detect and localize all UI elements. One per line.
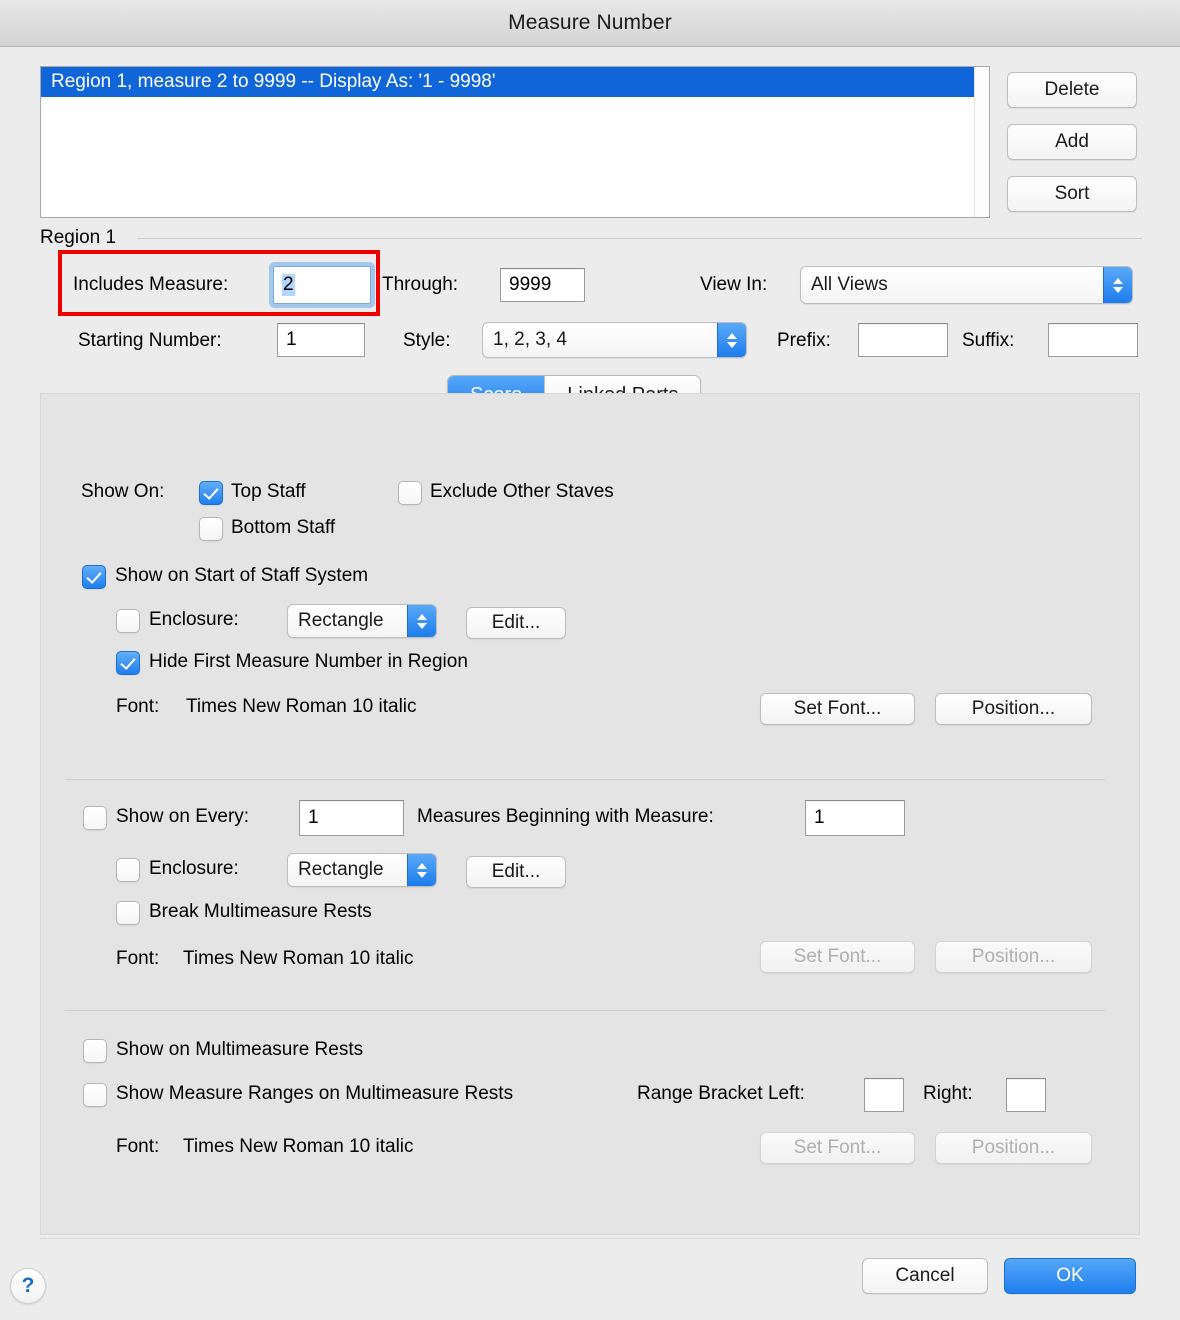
checkbox-enclosure-every[interactable] [116, 858, 140, 882]
question-mark-icon: ? [21, 1274, 35, 1297]
font-label-multimeasure: Font: [116, 1136, 160, 1157]
list-item[interactable]: Region 1, measure 2 to 9999 -- Display A… [41, 67, 989, 97]
checkbox-top-staff[interactable] [199, 481, 223, 505]
starting-number-value: 1 [286, 329, 297, 350]
footer-divider [40, 1238, 1140, 1239]
font-value-multimeasure: Times New Roman 10 italic [183, 1136, 414, 1157]
panel-divider-1 [65, 779, 1105, 780]
enclosure-start-value: Rectangle [298, 610, 384, 631]
checkbox-enclosure-start[interactable] [116, 609, 140, 633]
show-on-every-input[interactable]: 1 [299, 800, 404, 836]
set-font-button-multimeasure: Set Font... [760, 1132, 915, 1164]
show-on-every-label[interactable]: Show on Every: [116, 806, 249, 828]
enclosure-every-dropdown[interactable]: Rectangle [287, 853, 437, 887]
edit-enclosure-every-button[interactable]: Edit... [466, 856, 566, 888]
panel-divider-2 [65, 1010, 1105, 1011]
suffix-input[interactable] [1048, 323, 1138, 357]
chevron-updown-icon[interactable] [1103, 267, 1132, 303]
checkbox-hide-first-measure-number[interactable] [116, 651, 140, 675]
view-in-dropdown[interactable]: All Views [800, 266, 1133, 304]
enclosure-every-label: Enclosure: [149, 858, 239, 879]
measures-beginning-label: Measures Beginning with Measure: [417, 806, 714, 827]
range-bracket-left-input[interactable] [864, 1078, 904, 1112]
chevron-updown-icon[interactable] [407, 605, 436, 637]
prefix-input[interactable] [858, 323, 948, 357]
checkbox-show-on-every[interactable] [83, 806, 107, 830]
bottom-staff-label[interactable]: Bottom Staff [231, 517, 335, 539]
sort-button[interactable]: Sort [1007, 176, 1137, 212]
font-label-every: Font: [116, 948, 160, 969]
measures-beginning-input[interactable]: 1 [805, 800, 905, 836]
window-title: Measure Number [508, 11, 672, 34]
through-value: 9999 [509, 274, 552, 295]
includes-measure-label: Includes Measure: [73, 274, 229, 295]
add-button[interactable]: Add [1007, 124, 1137, 160]
starting-number-input[interactable]: 1 [277, 323, 365, 357]
through-label: Through: [382, 274, 459, 295]
view-in-value: All Views [811, 274, 888, 295]
range-bracket-right-input[interactable] [1006, 1078, 1046, 1112]
show-on-start-label[interactable]: Show on Start of Staff System [115, 565, 368, 587]
position-button-every: Position... [935, 941, 1092, 973]
show-on-multimeasure-rests-label[interactable]: Show on Multimeasure Rests [116, 1039, 363, 1061]
prefix-label: Prefix: [777, 330, 831, 351]
region-section-title: Region 1 [40, 227, 117, 248]
edit-enclosure-start-button[interactable]: Edit... [466, 607, 566, 639]
top-staff-label[interactable]: Top Staff [231, 481, 306, 503]
range-bracket-left-label: Range Bracket Left: [637, 1083, 805, 1104]
font-value-start: Times New Roman 10 italic [186, 696, 417, 717]
chevron-updown-icon[interactable] [717, 323, 746, 357]
break-multimeasure-rests-label[interactable]: Break Multimeasure Rests [149, 901, 372, 923]
position-button-multimeasure: Position... [935, 1132, 1092, 1164]
font-label-start: Font: [116, 696, 160, 717]
starting-number-label: Starting Number: [78, 330, 222, 351]
checkbox-break-multimeasure-rests[interactable] [116, 901, 140, 925]
set-font-button-every: Set Font... [760, 941, 915, 973]
includes-measure-value: 2 [282, 274, 295, 296]
style-value: 1, 2, 3, 4 [493, 329, 567, 350]
font-value-every: Times New Roman 10 italic [183, 948, 414, 969]
view-in-label: View In: [700, 274, 768, 295]
show-measure-ranges-label[interactable]: Show Measure Ranges on Multimeasure Rest… [116, 1083, 513, 1105]
style-dropdown[interactable]: 1, 2, 3, 4 [482, 322, 747, 358]
includes-measure-input[interactable]: 2 [273, 266, 371, 304]
range-bracket-right-label: Right: [923, 1083, 973, 1104]
show-on-label: Show On: [81, 481, 165, 502]
set-font-button-start[interactable]: Set Font... [760, 693, 915, 725]
help-button[interactable]: ? [10, 1268, 46, 1304]
cancel-button[interactable]: Cancel [862, 1258, 988, 1294]
ok-button[interactable]: OK [1004, 1258, 1136, 1294]
style-label: Style: [403, 330, 451, 351]
position-button-start[interactable]: Position... [935, 693, 1092, 725]
measures-beginning-value: 1 [814, 807, 825, 828]
enclosure-every-value: Rectangle [298, 859, 384, 880]
chevron-updown-icon[interactable] [407, 854, 436, 886]
region-list[interactable]: Region 1, measure 2 to 9999 -- Display A… [40, 66, 990, 218]
through-input[interactable]: 9999 [500, 268, 585, 302]
checkbox-bottom-staff[interactable] [199, 517, 223, 541]
show-on-every-value: 1 [308, 807, 319, 828]
suffix-label: Suffix: [962, 330, 1015, 351]
checkbox-show-measure-ranges[interactable] [83, 1083, 107, 1107]
hide-first-measure-number-label[interactable]: Hide First Measure Number in Region [149, 651, 468, 673]
checkbox-show-on-start-of-staff-system[interactable] [82, 565, 106, 589]
delete-button[interactable]: Delete [1007, 72, 1137, 108]
window-titlebar: Measure Number [0, 0, 1180, 47]
region-list-scrollbar[interactable] [974, 67, 989, 217]
exclude-other-staves-label[interactable]: Exclude Other Staves [430, 481, 614, 503]
region-section-divider [137, 238, 1142, 239]
enclosure-start-dropdown[interactable]: Rectangle [287, 604, 437, 638]
enclosure-start-label: Enclosure: [149, 609, 239, 630]
checkbox-show-on-multimeasure-rests[interactable] [83, 1039, 107, 1063]
checkbox-exclude-other-staves[interactable] [398, 481, 422, 505]
